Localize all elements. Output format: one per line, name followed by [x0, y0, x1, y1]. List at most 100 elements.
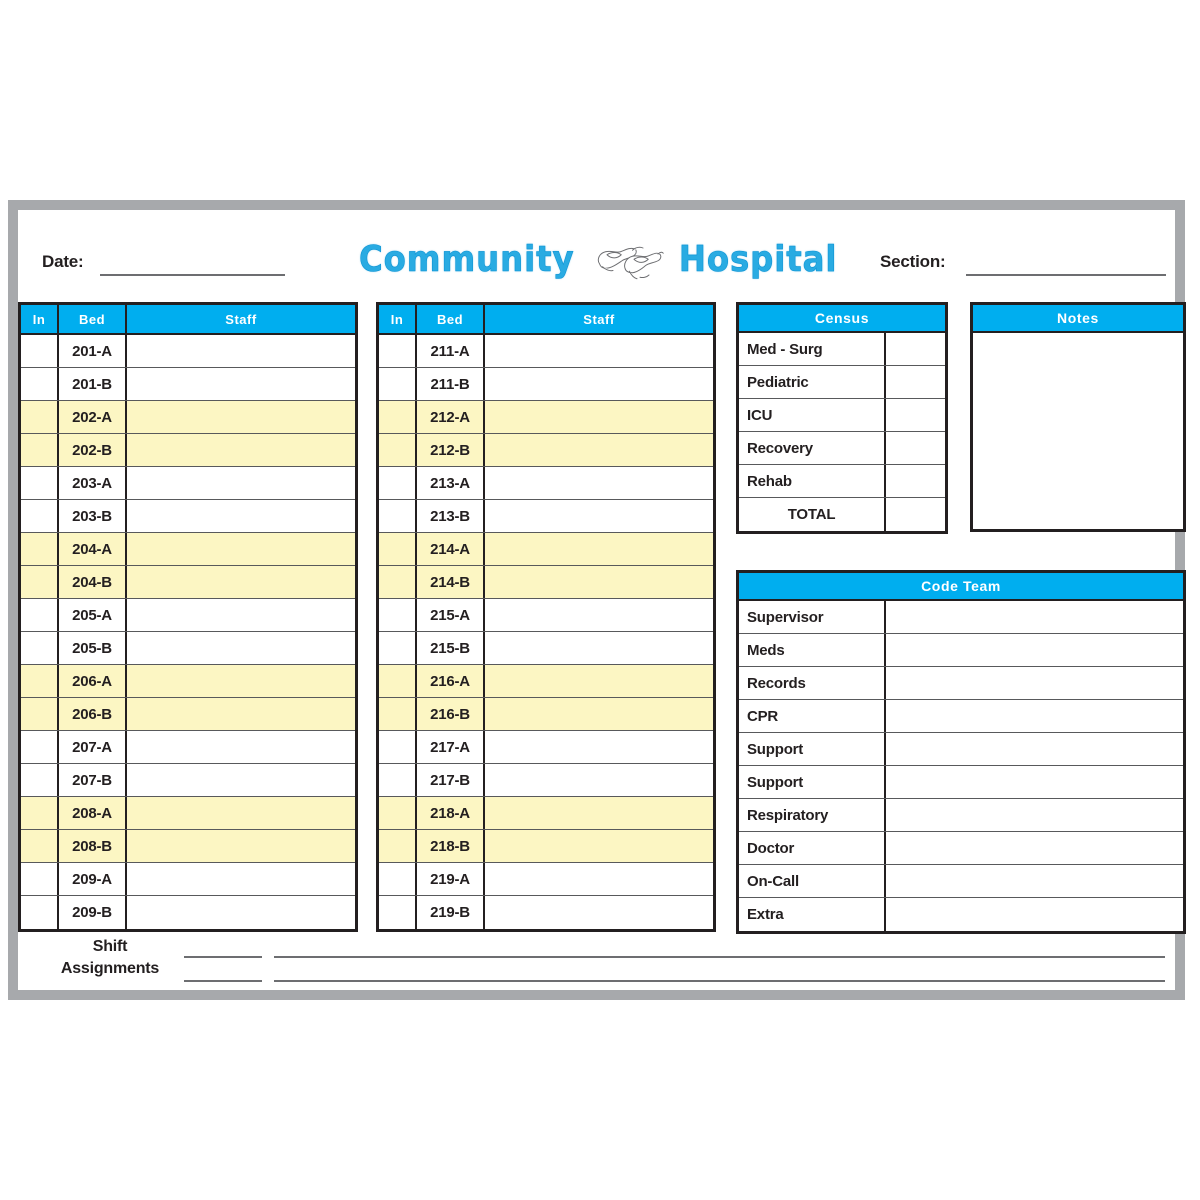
bed-in-checkbox-cell[interactable]	[379, 401, 417, 433]
code-team-row-value[interactable]	[884, 667, 1183, 699]
code-team-row-value[interactable]	[884, 634, 1183, 666]
bed-staff-cell[interactable]	[127, 731, 355, 763]
census-row-value[interactable]	[884, 432, 945, 464]
bed-staff-cell[interactable]	[127, 599, 355, 631]
bed-in-checkbox-cell[interactable]	[21, 896, 59, 929]
code-team-title: Code Team	[739, 573, 1183, 601]
bed-in-checkbox-cell[interactable]	[379, 500, 417, 532]
bed-staff-cell[interactable]	[127, 401, 355, 433]
bed-staff-cell[interactable]	[485, 896, 713, 929]
bed-in-checkbox-cell[interactable]	[21, 368, 59, 400]
bed-staff-cell[interactable]	[485, 764, 713, 796]
bed-staff-cell[interactable]	[127, 566, 355, 598]
bed-in-checkbox-cell[interactable]	[379, 665, 417, 697]
code-team-row-value[interactable]	[884, 865, 1183, 897]
bed-in-checkbox-cell[interactable]	[379, 896, 417, 929]
bed-staff-cell[interactable]	[485, 830, 713, 862]
bed-staff-cell[interactable]	[485, 731, 713, 763]
bed-in-checkbox-cell[interactable]	[379, 863, 417, 895]
code-team-row-value[interactable]	[884, 601, 1183, 633]
bed-in-checkbox-cell[interactable]	[379, 698, 417, 730]
shift-long-line-1[interactable]	[274, 956, 1165, 958]
bed-in-checkbox-cell[interactable]	[21, 863, 59, 895]
bed-staff-cell[interactable]	[127, 434, 355, 466]
bed-number-cell: 202-A	[59, 401, 127, 433]
bed-staff-cell[interactable]	[485, 401, 713, 433]
bed-in-checkbox-cell[interactable]	[379, 467, 417, 499]
bed-staff-cell[interactable]	[127, 632, 355, 664]
bed-staff-cell[interactable]	[127, 368, 355, 400]
census-row-value[interactable]	[884, 366, 945, 398]
bed-in-checkbox-cell[interactable]	[21, 665, 59, 697]
bed-in-checkbox-cell[interactable]	[379, 830, 417, 862]
bed-in-checkbox-cell[interactable]	[21, 797, 59, 829]
code-team-row-value[interactable]	[884, 700, 1183, 732]
shift-short-line-1[interactable]	[184, 956, 262, 958]
shift-short-line-2[interactable]	[184, 980, 262, 982]
bed-in-checkbox-cell[interactable]	[379, 368, 417, 400]
bed-row: 202-A	[21, 401, 355, 434]
bed-in-checkbox-cell[interactable]	[379, 731, 417, 763]
bed-staff-cell[interactable]	[485, 467, 713, 499]
bed-in-checkbox-cell[interactable]	[21, 599, 59, 631]
bed-staff-cell[interactable]	[485, 599, 713, 631]
notes-write-area[interactable]	[973, 333, 1183, 527]
census-row-value[interactable]	[884, 498, 945, 531]
bed-in-checkbox-cell[interactable]	[21, 467, 59, 499]
census-row-value[interactable]	[884, 465, 945, 497]
bed-staff-cell[interactable]	[127, 533, 355, 565]
code-team-row-value[interactable]	[884, 733, 1183, 765]
bed-staff-cell[interactable]	[127, 896, 355, 929]
bed-staff-cell[interactable]	[127, 698, 355, 730]
code-team-row-value[interactable]	[884, 832, 1183, 864]
bed-staff-cell[interactable]	[127, 467, 355, 499]
shift-long-line-2[interactable]	[274, 980, 1165, 982]
bed-in-checkbox-cell[interactable]	[379, 797, 417, 829]
bed-in-checkbox-cell[interactable]	[379, 764, 417, 796]
code-team-row-value[interactable]	[884, 766, 1183, 798]
bed-staff-cell[interactable]	[485, 863, 713, 895]
bed-number-cell: 202-B	[59, 434, 127, 466]
bed-in-checkbox-cell[interactable]	[379, 632, 417, 664]
bed-staff-cell[interactable]	[485, 632, 713, 664]
bed-staff-cell[interactable]	[485, 665, 713, 697]
bed-staff-cell[interactable]	[127, 764, 355, 796]
bed-in-checkbox-cell[interactable]	[21, 830, 59, 862]
bed-in-checkbox-cell[interactable]	[21, 698, 59, 730]
section-label: Section:	[880, 252, 946, 271]
bed-staff-cell[interactable]	[485, 698, 713, 730]
bed-staff-cell[interactable]	[485, 500, 713, 532]
bed-in-checkbox-cell[interactable]	[379, 335, 417, 367]
bed-in-checkbox-cell[interactable]	[21, 731, 59, 763]
bed-staff-cell[interactable]	[127, 665, 355, 697]
code-team-row-label: Support	[747, 773, 804, 791]
bed-staff-cell[interactable]	[485, 368, 713, 400]
bed-staff-cell[interactable]	[485, 797, 713, 829]
bed-staff-cell[interactable]	[127, 500, 355, 532]
bed-staff-cell[interactable]	[485, 434, 713, 466]
bed-in-checkbox-cell[interactable]	[21, 434, 59, 466]
bed-in-checkbox-cell[interactable]	[379, 566, 417, 598]
bed-in-checkbox-cell[interactable]	[21, 335, 59, 367]
bed-staff-cell[interactable]	[485, 335, 713, 367]
bed-in-checkbox-cell[interactable]	[379, 434, 417, 466]
bed-in-checkbox-cell[interactable]	[21, 764, 59, 796]
bed-in-checkbox-cell[interactable]	[379, 599, 417, 631]
bed-in-checkbox-cell[interactable]	[21, 500, 59, 532]
census-row-value[interactable]	[884, 333, 945, 365]
bed-staff-cell[interactable]	[127, 830, 355, 862]
code-team-row-value[interactable]	[884, 898, 1183, 931]
bed-staff-cell[interactable]	[127, 863, 355, 895]
bed-in-checkbox-cell[interactable]	[21, 533, 59, 565]
bed-in-checkbox-cell[interactable]	[379, 533, 417, 565]
section-write-line[interactable]	[966, 274, 1166, 276]
bed-staff-cell[interactable]	[485, 566, 713, 598]
bed-staff-cell[interactable]	[127, 797, 355, 829]
bed-in-checkbox-cell[interactable]	[21, 566, 59, 598]
bed-in-checkbox-cell[interactable]	[21, 632, 59, 664]
census-row-value[interactable]	[884, 399, 945, 431]
bed-staff-cell[interactable]	[485, 533, 713, 565]
code-team-row-value[interactable]	[884, 799, 1183, 831]
bed-staff-cell[interactable]	[127, 335, 355, 367]
bed-in-checkbox-cell[interactable]	[21, 401, 59, 433]
